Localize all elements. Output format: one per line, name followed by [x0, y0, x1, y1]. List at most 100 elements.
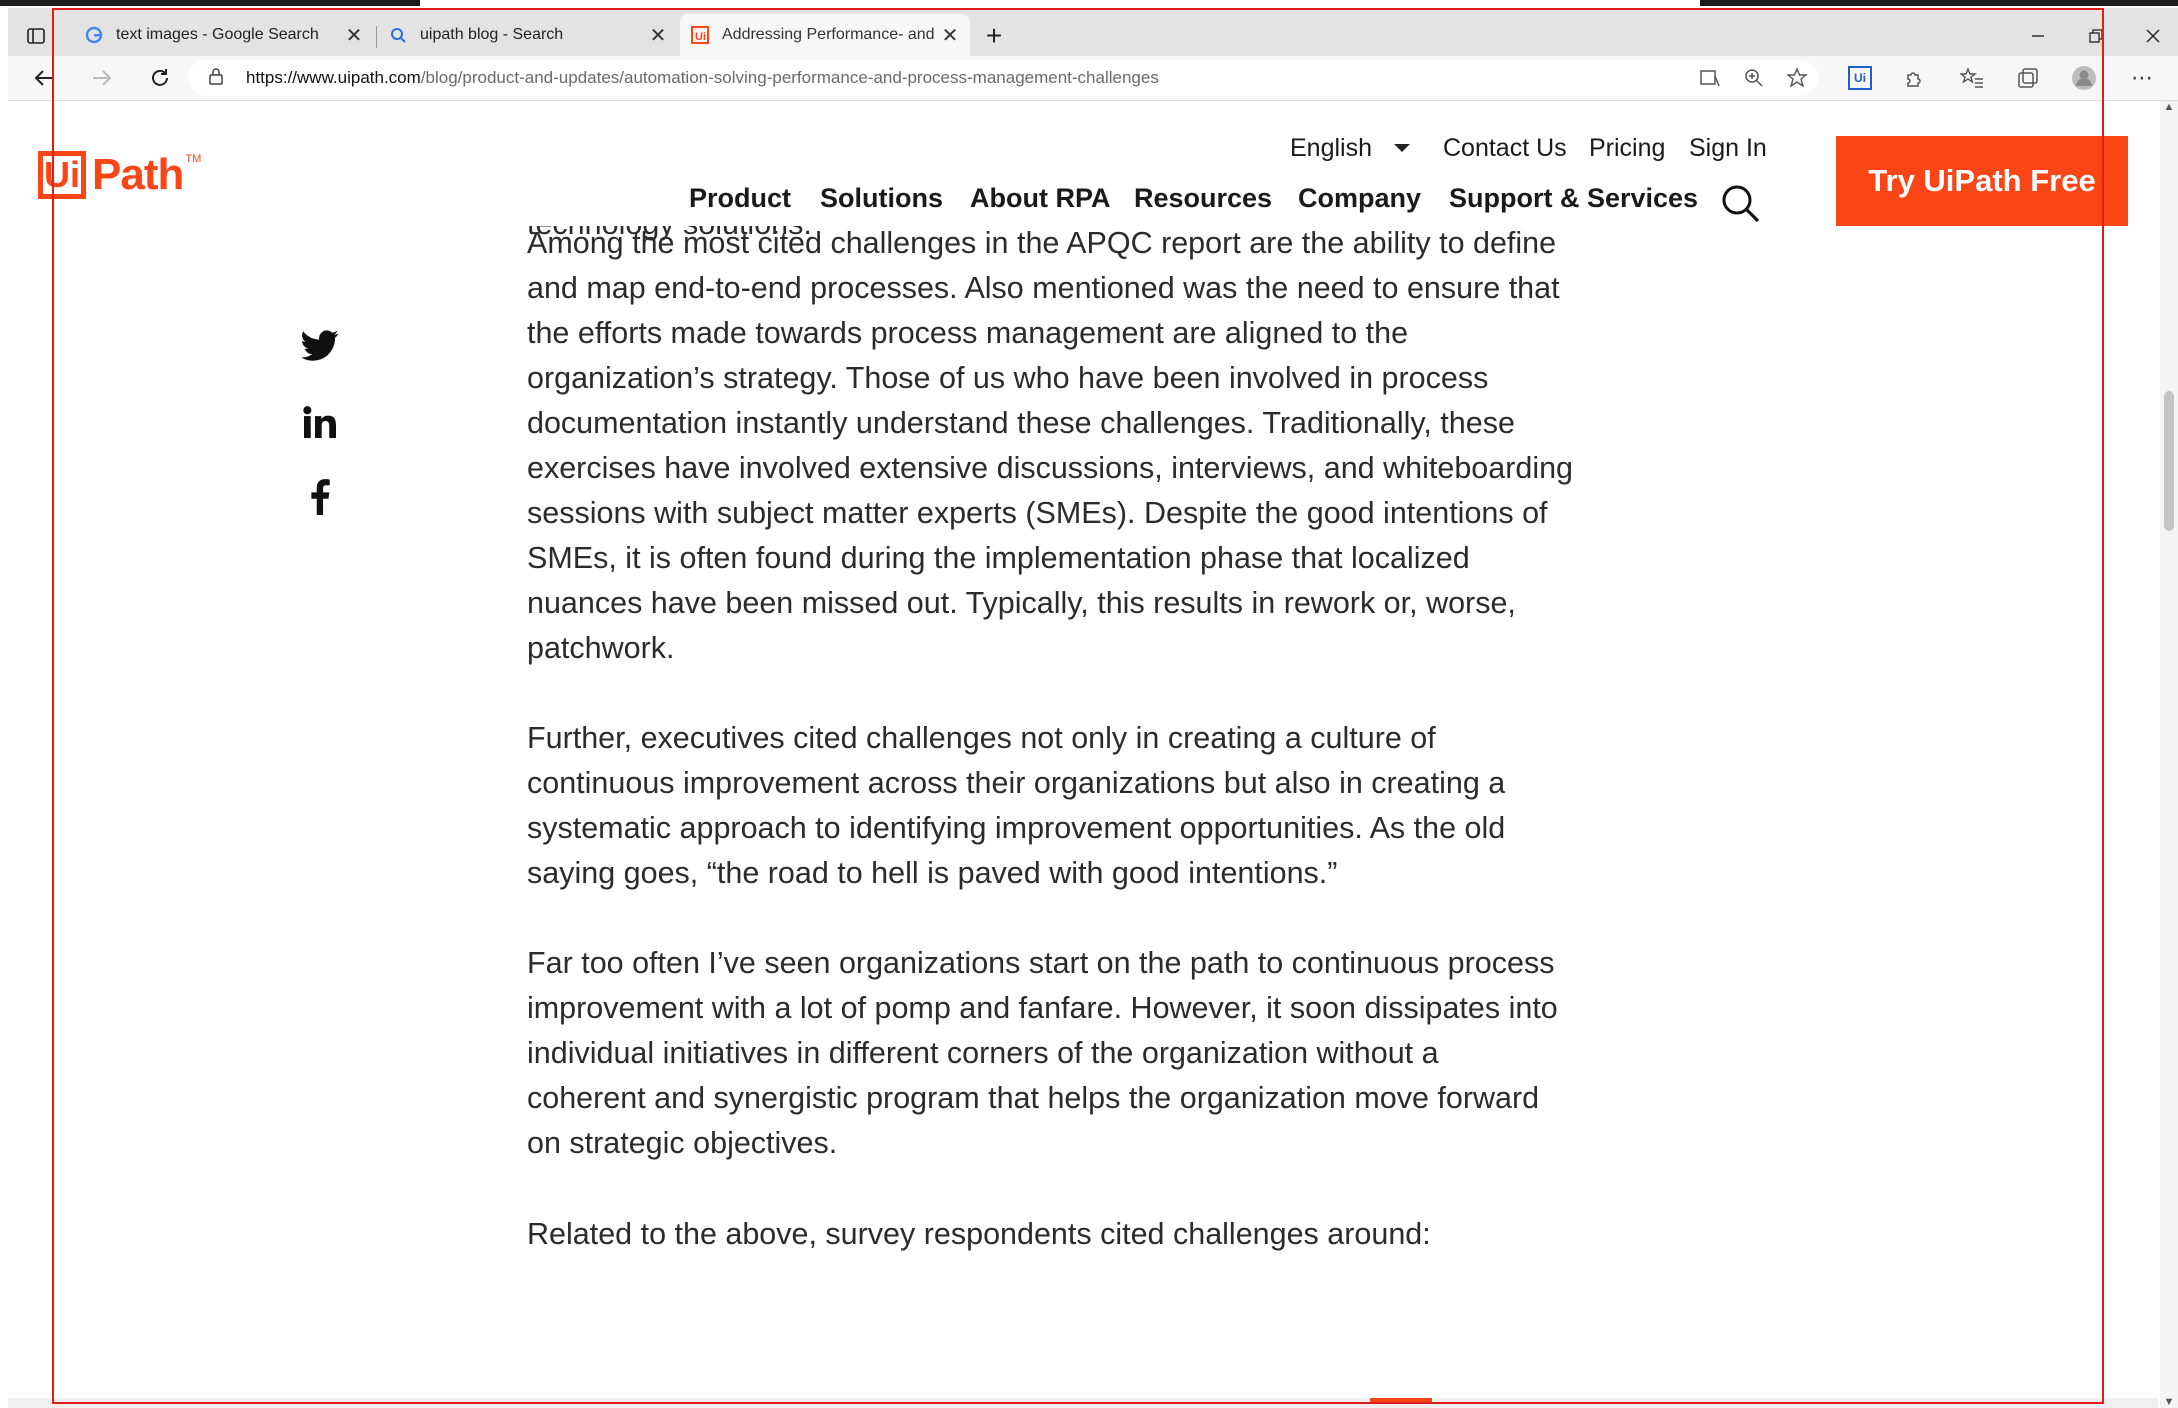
text-line: Further, executives cited challenges not…	[527, 721, 1436, 755]
text-line: the efforts made towards process managem…	[527, 316, 1409, 350]
collections-icon[interactable]	[2012, 62, 2044, 94]
sign-in-link[interactable]: Sign In	[1689, 134, 1767, 163]
favorites-icon[interactable]	[1956, 62, 1988, 94]
pricing-link[interactable]: Pricing	[1589, 134, 1665, 163]
minimize-icon	[2032, 35, 2044, 37]
contact-us-link[interactable]: Contact Us	[1443, 134, 1567, 163]
scroll-down-icon[interactable]: ▼	[2160, 1396, 2178, 1408]
text-line: documentation instantly understand these…	[527, 406, 1515, 440]
refresh-button[interactable]	[142, 60, 178, 96]
strip-segment	[0, 0, 420, 6]
caret-down-icon	[1394, 143, 1410, 152]
article-paragraph: Far too often I’ve seen organizations st…	[527, 941, 1657, 1166]
add-favorite-icon[interactable]	[1782, 62, 1814, 94]
back-button[interactable]	[26, 60, 62, 96]
uipath-logo[interactable]: Ui Path TM	[38, 150, 201, 200]
tab-divider	[376, 26, 377, 48]
web-page: Ui Path TM English Contact Us Pricing Si…	[8, 101, 2158, 1408]
minimize-button[interactable]	[2008, 16, 2068, 56]
tab-title: Addressing Performance- and Pr	[722, 26, 940, 43]
lock-icon	[208, 67, 232, 90]
text-line: sessions with subject matter experts (SM…	[527, 496, 1548, 530]
tab-title: text images - Google Search	[116, 26, 319, 43]
nav-about-rpa[interactable]: About RPA	[970, 183, 1110, 214]
address-bar: https://www.uipath.com/blog/product-and-…	[8, 56, 2178, 101]
nav-company[interactable]: Company	[1298, 183, 1421, 214]
text-line: improvement with a lot of pomp and fanfa…	[527, 991, 1558, 1025]
article-paragraph: Further, executives cited challenges not…	[527, 716, 1657, 896]
zoom-icon[interactable]	[1738, 62, 1770, 94]
close-tab-icon[interactable]: ✕	[648, 23, 668, 48]
text-line: patchwork.	[527, 631, 675, 665]
reader-view-icon[interactable]	[1694, 62, 1726, 94]
tab-title: uipath blog - Search	[420, 26, 564, 43]
tab-actions-button[interactable]	[16, 16, 56, 56]
strip-marker	[1370, 1398, 1432, 1402]
vertical-scrollbar[interactable]: ▲ ▼	[2160, 101, 2178, 1408]
restore-button[interactable]	[2066, 16, 2126, 56]
tab-bar: text images - Google Search ✕ uipath blo…	[8, 8, 2178, 56]
linkedin-icon	[303, 406, 336, 438]
nav-support-services[interactable]: Support & Services	[1449, 183, 1698, 214]
try-uipath-free-button[interactable]: Try UiPath Free	[1836, 136, 2128, 226]
forward-button[interactable]	[84, 60, 120, 96]
logo-box: Ui	[38, 151, 86, 199]
text-line: nuances have been missed out. Typically,…	[527, 586, 1516, 620]
tab-addressing-performance[interactable]: Ui Addressing Performance- and Pr ✕	[680, 14, 970, 56]
tab-uipath-blog-search[interactable]: uipath blog - Search ✕	[378, 14, 678, 56]
more-menu-icon[interactable]: ⋯	[2126, 62, 2158, 94]
uipath-icon: Ui	[690, 25, 710, 45]
svg-text:Ui: Ui	[695, 31, 706, 43]
refresh-icon	[152, 69, 168, 86]
text-line: organization’s strategy. Those of us who…	[527, 361, 1489, 395]
restore-icon	[2089, 29, 2103, 43]
nav-resources[interactable]: Resources	[1134, 183, 1272, 214]
url-host: https://www.uipath.com	[246, 68, 421, 87]
text-line: Far too often I’ve seen organizations st…	[527, 946, 1555, 980]
language-selector[interactable]: English	[1290, 134, 1410, 163]
text-line: on strategic objectives.	[527, 1126, 838, 1160]
bottom-strip	[8, 1398, 2158, 1408]
forward-arrow-icon	[93, 70, 112, 86]
site-search-button[interactable]	[1720, 183, 1762, 225]
uipath-extension-badge: Ui	[1848, 66, 1872, 90]
strip-segment	[1700, 0, 2178, 6]
google-icon	[84, 25, 104, 45]
url-field[interactable]: https://www.uipath.com/blog/product-and-…	[188, 60, 1818, 96]
text-line: systematic approach to identifying impro…	[527, 811, 1506, 845]
logo-trademark: TM	[185, 153, 202, 165]
extensions-icon[interactable]	[1898, 62, 1930, 94]
search-icon	[1722, 185, 1760, 223]
twitter-share-button[interactable]	[290, 321, 350, 371]
top-strip	[0, 0, 2178, 8]
facebook-share-button[interactable]	[290, 472, 350, 522]
article-paragraph: Related to the above, survey respondents…	[527, 1212, 1657, 1257]
text-line: coherent and synergistic program that he…	[527, 1081, 1540, 1115]
tab-google-search[interactable]: text images - Google Search ✕	[74, 14, 374, 56]
text-line: continuous improvement across their orga…	[527, 766, 1506, 800]
nav-product[interactable]: Product	[689, 183, 791, 214]
text-line: SMEs, it is often found during the imple…	[527, 541, 1470, 575]
scroll-up-icon[interactable]: ▲	[2160, 101, 2178, 113]
text-line: Among the most cited challenges in the A…	[527, 226, 1557, 260]
new-tab-button[interactable]: +	[974, 16, 1014, 56]
nav-solutions[interactable]: Solutions	[820, 183, 943, 214]
uipath-extension-icon[interactable]: Ui	[1844, 62, 1876, 94]
search-icon	[388, 25, 408, 45]
profile-avatar[interactable]	[2068, 62, 2100, 94]
text-line: saying goes, “the road to hell is paved …	[527, 856, 1338, 890]
text-line: individual initiatives in different corn…	[527, 1036, 1439, 1070]
close-window-button[interactable]	[2123, 16, 2178, 56]
text-line: exercises have involved extensive discus…	[527, 451, 1574, 485]
article-paragraph: Among the most cited challenges in the A…	[527, 221, 1657, 671]
linkedin-share-button[interactable]	[290, 397, 350, 447]
facebook-icon	[311, 479, 330, 515]
close-icon	[2146, 29, 2160, 43]
scroll-thumb[interactable]	[2164, 391, 2174, 531]
back-arrow-icon	[34, 70, 53, 86]
url-path: /blog/product-and-updates/automation-sol…	[420, 68, 1159, 87]
close-tab-icon[interactable]: ✕	[940, 23, 960, 48]
close-tab-icon[interactable]: ✕	[344, 23, 364, 48]
language-label: English	[1290, 134, 1372, 162]
logo-text: Path	[92, 150, 184, 199]
